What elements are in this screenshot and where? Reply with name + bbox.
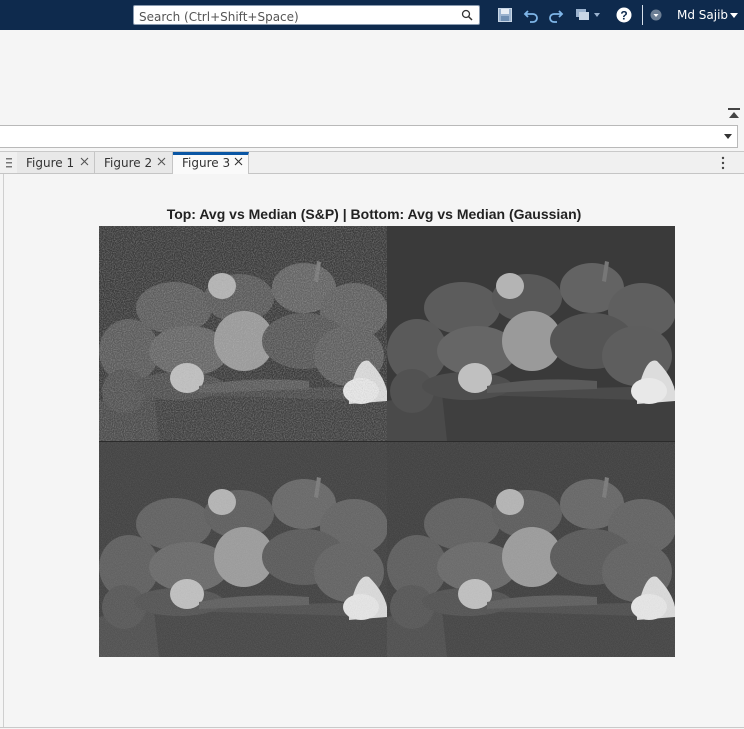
user-menu[interactable]: Md Sajib — [677, 8, 728, 22]
collapse-toolstrip-icon[interactable] — [727, 107, 741, 121]
tab-label: Figure 1 — [26, 156, 75, 170]
toolbar-separator — [642, 5, 643, 25]
more-options-icon[interactable] — [718, 156, 728, 170]
figure-canvas: Top: Avg vs Median (S&P) | Bottom: Avg v… — [4, 174, 744, 727]
search-icon[interactable] — [461, 9, 473, 21]
switch-windows-icon[interactable] — [575, 7, 601, 23]
peppers-montage-image — [99, 226, 675, 657]
figures-panel: Figure 1 Figure 2 Figure 3 Top: Avg vs M… — [0, 151, 744, 728]
help-icon[interactable]: ? — [616, 7, 632, 23]
tab-label: Figure 3 — [182, 156, 231, 170]
save-icon[interactable] — [497, 7, 513, 23]
chevron-down-icon[interactable] — [724, 134, 732, 139]
grip-icon[interactable] — [6, 158, 12, 168]
search-input[interactable] — [134, 8, 459, 26]
image-top-right — [387, 226, 675, 441]
image-bottom-left — [99, 442, 388, 657]
figure-title: Top: Avg vs Median (S&P) | Bottom: Avg v… — [166, 206, 582, 222]
top-toolbar: ? Md Sajib — [0, 0, 744, 30]
undo-icon[interactable] — [523, 7, 539, 23]
close-icon[interactable] — [156, 156, 167, 167]
current-folder-bar[interactable] — [0, 125, 738, 148]
redo-icon[interactable] — [548, 7, 564, 23]
tab-figure-1[interactable]: Figure 1 — [17, 152, 95, 173]
tab-label: Figure 2 — [104, 156, 153, 170]
svg-text:?: ? — [620, 9, 627, 23]
close-icon[interactable] — [79, 156, 90, 167]
community-icon[interactable] — [650, 7, 662, 23]
tab-figure-2[interactable]: Figure 2 — [95, 152, 173, 173]
image-top-left — [99, 226, 388, 441]
tab-figure-3[interactable]: Figure 3 — [173, 152, 249, 175]
image-montage — [99, 226, 675, 657]
search-box[interactable] — [133, 5, 480, 26]
chevron-down-icon[interactable] — [730, 13, 738, 18]
close-icon[interactable] — [233, 156, 244, 167]
image-bottom-right — [387, 442, 675, 657]
figure-tabstrip: Figure 1 Figure 2 Figure 3 — [0, 152, 744, 175]
